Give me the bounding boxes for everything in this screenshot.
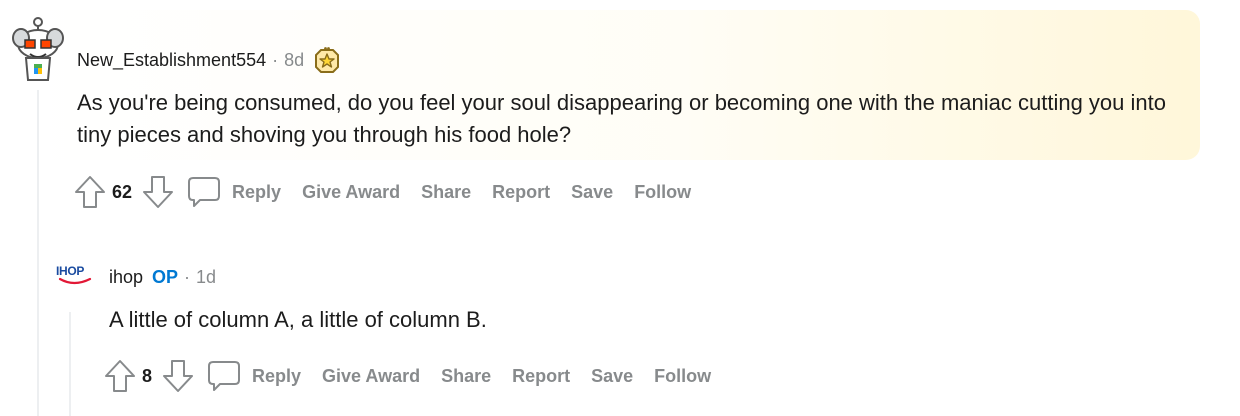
thread-line-1[interactable] — [37, 90, 39, 416]
comment-1-actions: 62 Reply Give Award Share Report Save Fo… — [74, 174, 712, 210]
report-button[interactable]: Report — [492, 182, 550, 203]
timestamp[interactable]: 8d — [284, 50, 304, 71]
upvote-arrow-icon[interactable] — [74, 174, 106, 210]
op-badge: OP — [152, 266, 179, 287]
share-button[interactable]: Share — [421, 182, 471, 203]
save-button[interactable]: Save — [591, 366, 633, 387]
comment-2-meta: ihop OP · 1d — [109, 266, 216, 288]
separator-dot: · — [272, 49, 279, 70]
vote-count: 62 — [112, 181, 133, 202]
ihop-avatar[interactable]: IHOP — [54, 262, 96, 288]
downvote-arrow-icon[interactable] — [162, 358, 194, 394]
reply-button[interactable]: Reply — [252, 366, 301, 387]
separator-dot: · — [184, 266, 191, 287]
comment-bubble-icon[interactable] — [186, 175, 222, 209]
save-button[interactable]: Save — [571, 182, 613, 203]
thread-line-2[interactable] — [69, 312, 71, 416]
upvote-arrow-icon[interactable] — [104, 358, 136, 394]
comment-2-actions: 8 Reply Give Award Share Report Save Fol… — [104, 358, 732, 394]
comment-1-body: As you're being consumed, do you feel yo… — [77, 90, 1166, 147]
give-award-button[interactable]: Give Award — [322, 366, 420, 387]
follow-button[interactable]: Follow — [634, 182, 691, 203]
comment-2-body: A little of column A, a little of column… — [109, 307, 487, 332]
star-award-icon[interactable] — [312, 46, 342, 74]
username[interactable]: ihop — [109, 267, 143, 288]
give-award-button[interactable]: Give Award — [302, 182, 400, 203]
ihop-avatar-text: IHOP — [56, 264, 84, 278]
avatar-snoo-icon[interactable] — [10, 16, 66, 82]
comment-1-meta: New_Establishment554 · 8d — [77, 46, 342, 74]
comment-bubble-icon[interactable] — [206, 359, 242, 393]
vote-count: 8 — [142, 365, 153, 386]
share-button[interactable]: Share — [441, 366, 491, 387]
reply-button[interactable]: Reply — [232, 182, 281, 203]
follow-button[interactable]: Follow — [654, 366, 711, 387]
downvote-arrow-icon[interactable] — [142, 174, 174, 210]
username[interactable]: New_Establishment554 — [77, 50, 266, 71]
timestamp[interactable]: 1d — [196, 267, 216, 288]
report-button[interactable]: Report — [512, 366, 570, 387]
